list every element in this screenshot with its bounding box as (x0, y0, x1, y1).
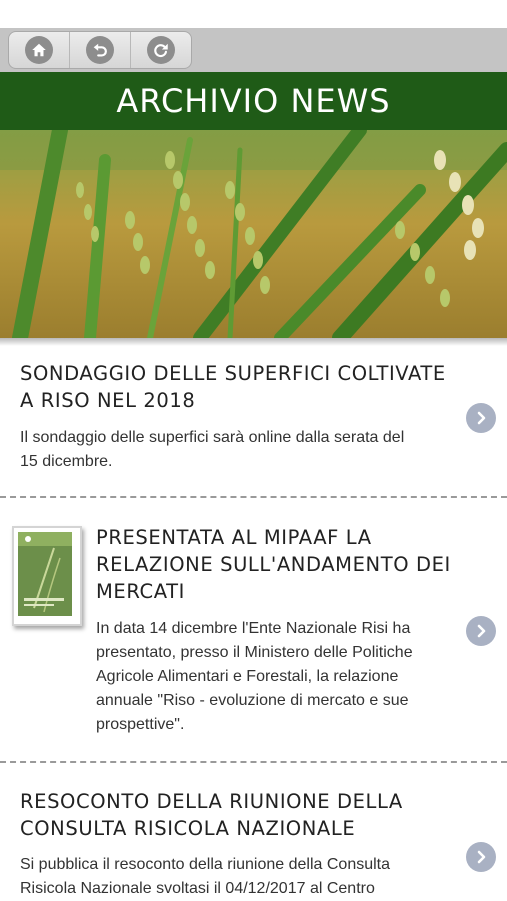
divider (0, 496, 507, 498)
page-title-bar: ARCHIVIO NEWS (0, 72, 507, 130)
page-title: ARCHIVIO NEWS (116, 82, 391, 120)
reload-button[interactable] (131, 32, 191, 68)
home-icon (25, 36, 53, 64)
status-bar (0, 0, 507, 28)
news-thumbnail (12, 526, 82, 626)
news-title: PRESENTATA AL MIPAAF LA RELAZIONE SULL'A… (96, 526, 451, 603)
chevron-right-icon[interactable] (466, 842, 496, 872)
back-button[interactable] (70, 32, 131, 68)
back-icon (86, 36, 114, 64)
chevron-right-icon[interactable] (466, 403, 496, 433)
news-title: SONDAGGIO DELLE SUPERFICI COLTIVATE A RI… (20, 362, 446, 412)
news-summary: In data 14 dicembre l'Ente Nazionale Ris… (96, 620, 413, 733)
news-summary: Il sondaggio delle superfici sarà online… (20, 429, 405, 470)
nav-button-group (8, 31, 192, 69)
reload-icon (147, 36, 175, 64)
news-title: RESOCONTO DELLA RIUNIONE DELLA CONSULTA … (20, 790, 403, 840)
toolbar (0, 28, 507, 72)
hero-image (0, 130, 507, 338)
hero-shadow (0, 338, 507, 346)
divider (0, 761, 507, 763)
home-button[interactable] (9, 32, 70, 68)
chevron-right-icon[interactable] (466, 616, 496, 646)
news-summary: Si pubblica il resoconto della riunione … (20, 856, 391, 897)
